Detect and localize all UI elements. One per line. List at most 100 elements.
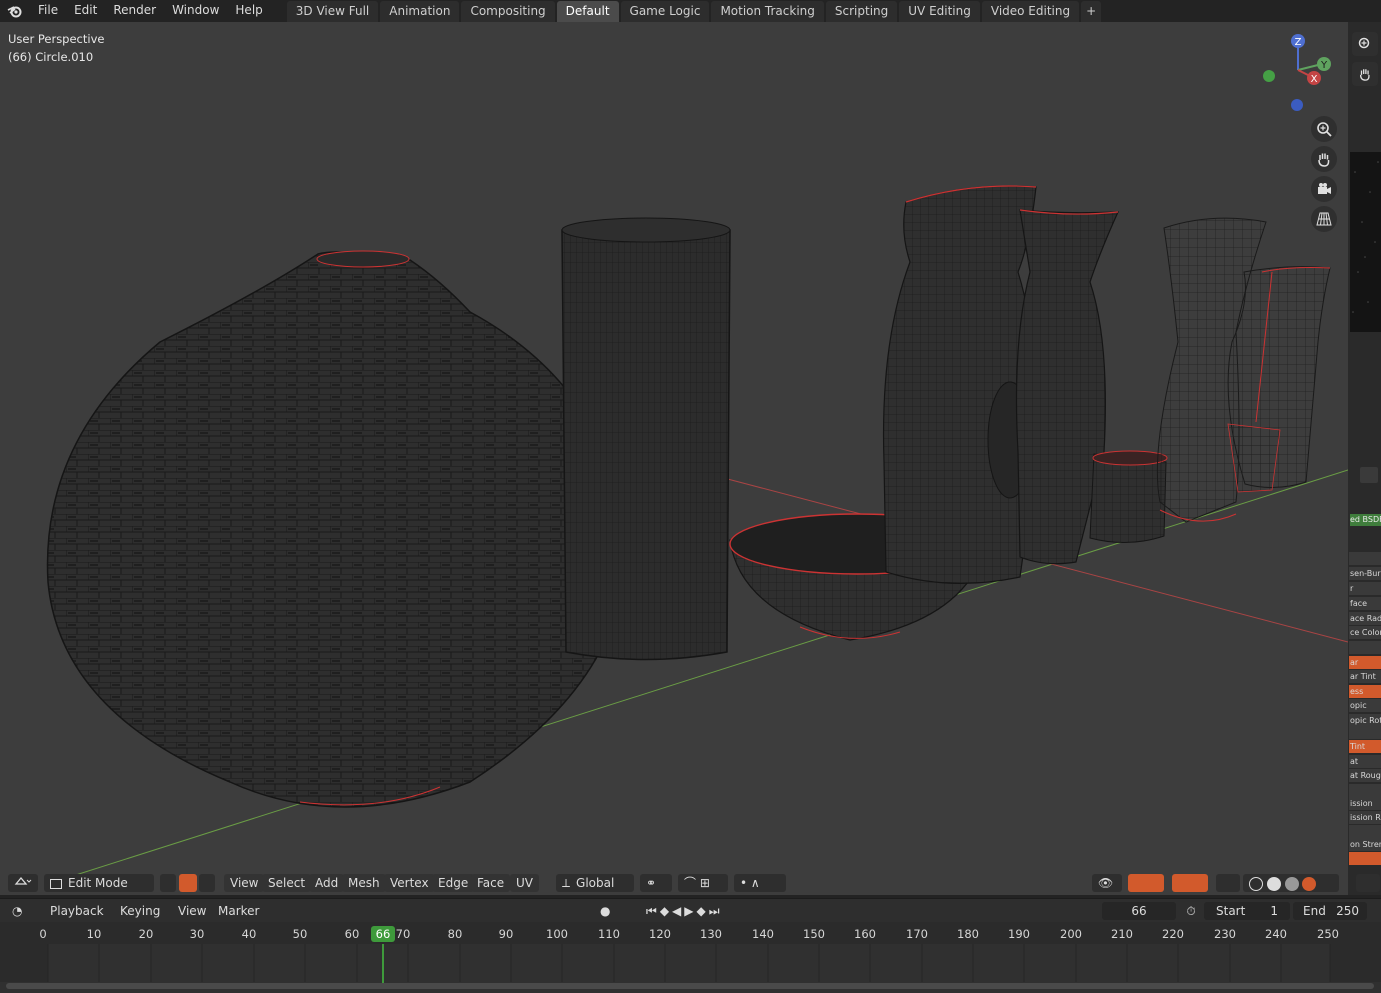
marker-menu[interactable]: Marker: [212, 902, 265, 920]
mode-dropdown[interactable]: Edit Mode: [44, 874, 154, 892]
tab-uv-editing[interactable]: UV Editing: [899, 1, 980, 22]
panel-row[interactable]: [1349, 641, 1381, 654]
vertex-menu[interactable]: Vertex: [384, 874, 435, 892]
panel-row[interactable]: ar Tint: [1349, 670, 1381, 683]
tab-motion-tracking[interactable]: Motion Tracking: [711, 1, 824, 22]
scene-options-icon[interactable]: [1356, 874, 1380, 892]
panel-row[interactable]: ission Re: [1349, 811, 1381, 824]
pan-hand-icon[interactable]: [1311, 146, 1337, 172]
proportional-edit-icon[interactable]: • ∧: [734, 874, 786, 892]
pivot-point-icon[interactable]: ⚭: [640, 874, 672, 892]
panel-row[interactable]: [1349, 825, 1381, 838]
panel-row[interactable]: [1349, 552, 1381, 565]
add-workspace-button[interactable]: +: [1081, 1, 1102, 22]
select-menu[interactable]: Select: [262, 874, 312, 892]
wireframe-shading-icon[interactable]: [1249, 876, 1263, 891]
panel-toggle-icon[interactable]: [1360, 467, 1378, 483]
menu-render[interactable]: Render: [105, 0, 164, 22]
end-value: 250: [1336, 904, 1359, 918]
overlay-toggle-icon[interactable]: [1172, 874, 1208, 892]
panel-row[interactable]: ace Radiu: [1349, 612, 1381, 625]
panel-row[interactable]: sen-Burl: [1349, 567, 1381, 580]
panel-row[interactable]: on Stren: [1349, 838, 1381, 851]
tab-compositing[interactable]: Compositing: [461, 1, 555, 22]
play-icon[interactable]: ▶: [684, 904, 696, 918]
material-shading-icon[interactable]: [1284, 876, 1299, 891]
rendered-shading-icon[interactable]: [1302, 876, 1317, 891]
3d-viewport[interactable]: User Perspective (66) Circle.010 Z Y X: [0, 22, 1348, 895]
panel-row[interactable]: ar: [1349, 656, 1381, 669]
panel-row[interactable]: [1349, 784, 1381, 797]
ruler-tick: 220: [1162, 927, 1184, 941]
uv-menu[interactable]: UV: [510, 874, 539, 892]
add-region-icon[interactable]: [1352, 32, 1378, 56]
tab-game-logic[interactable]: Game Logic: [620, 1, 710, 22]
playhead-marker[interactable]: 66: [371, 926, 395, 942]
blender-logo-icon[interactable]: [0, 0, 30, 22]
mesh-menu[interactable]: Mesh: [342, 874, 386, 892]
timeline-editor-icon[interactable]: ◔: [6, 902, 38, 920]
panel-row[interactable]: Tint: [1349, 740, 1381, 753]
panel-row[interactable]: face: [1349, 597, 1381, 610]
vertex-select-icon[interactable]: [160, 874, 176, 892]
add-menu[interactable]: Add: [309, 874, 345, 892]
panel-row[interactable]: ess: [1349, 685, 1381, 698]
shader-node-label[interactable]: ed BSDF: [1350, 514, 1381, 526]
end-frame-field[interactable]: End 250: [1293, 902, 1367, 920]
face-menu[interactable]: Face: [471, 874, 511, 892]
panel-row[interactable]: opic: [1349, 699, 1381, 712]
xray-icon[interactable]: [1216, 874, 1240, 892]
ruler-tick: 140: [752, 927, 774, 941]
solid-shading-icon[interactable]: [1266, 876, 1281, 891]
view-menu[interactable]: View: [224, 874, 265, 892]
editor-type-icon[interactable]: [8, 874, 38, 892]
orientation-label: Global: [576, 876, 615, 890]
orientation-dropdown[interactable]: ⟂ Global: [556, 874, 634, 892]
stopwatch-icon[interactable]: ⏱: [1182, 902, 1200, 920]
zoom-icon[interactable]: [1311, 116, 1337, 142]
grab-hand-icon[interactable]: [1352, 62, 1378, 86]
tab-animation[interactable]: Animation: [380, 1, 460, 22]
playback-controls[interactable]: ⏮◆◀▶◆⏭: [640, 902, 760, 920]
face-select-icon[interactable]: [199, 874, 215, 892]
shading-buttons[interactable]: [1243, 874, 1339, 892]
visibility-eye-icon[interactable]: 👁: [1092, 874, 1122, 892]
panel-row[interactable]: [1349, 726, 1381, 739]
menu-file[interactable]: File: [30, 0, 66, 22]
panel-row[interactable]: [1349, 852, 1381, 865]
tab-3d-view-full[interactable]: 3D View Full: [286, 1, 379, 22]
menu-window[interactable]: Window: [164, 0, 227, 22]
tab-video-editing[interactable]: Video Editing: [981, 1, 1080, 22]
panel-row[interactable]: r: [1349, 582, 1381, 595]
camera-view-icon[interactable]: [1311, 176, 1337, 202]
timeline-body[interactable]: [0, 944, 1381, 993]
record-icon[interactable]: ●: [594, 902, 634, 920]
keying-menu[interactable]: Keying: [114, 902, 167, 920]
menu-help[interactable]: Help: [227, 0, 270, 22]
start-label: Start: [1216, 904, 1246, 918]
snap-icon[interactable]: ⌒ ⊞: [678, 874, 728, 892]
panel-row[interactable]: at: [1349, 755, 1381, 768]
playback-menu[interactable]: Playback: [44, 902, 110, 920]
jump-end-icon[interactable]: ⏭: [709, 904, 723, 918]
play-reverse-icon[interactable]: ◀: [672, 904, 684, 918]
prev-keyframe-icon[interactable]: ◆: [660, 904, 672, 918]
panel-row[interactable]: ce Color: [1349, 626, 1381, 639]
tab-default[interactable]: Default: [556, 1, 619, 22]
current-frame-field[interactable]: 66: [1102, 902, 1176, 920]
timeline-ruler[interactable]: 0 10 20 30 40 50 60 70 80 90 100 110 120…: [0, 922, 1381, 944]
panel-row[interactable]: at Rough: [1349, 769, 1381, 782]
tab-scripting[interactable]: Scripting: [825, 1, 898, 22]
menu-edit[interactable]: Edit: [66, 0, 105, 22]
navigation-gizmo[interactable]: Z Y X: [1258, 30, 1338, 114]
edge-select-icon[interactable]: [179, 874, 197, 892]
edge-menu[interactable]: Edge: [432, 874, 475, 892]
next-keyframe-icon[interactable]: ◆: [697, 904, 709, 918]
gizmo-toggle-icon[interactable]: [1128, 874, 1164, 892]
ruler-tick: 90: [498, 927, 514, 941]
jump-start-icon[interactable]: ⏮: [646, 904, 660, 918]
panel-row[interactable]: ission: [1349, 797, 1381, 810]
perspective-grid-icon[interactable]: [1311, 206, 1337, 232]
start-frame-field[interactable]: Start 1: [1204, 902, 1290, 920]
timeline-view-menu[interactable]: View: [172, 902, 212, 920]
